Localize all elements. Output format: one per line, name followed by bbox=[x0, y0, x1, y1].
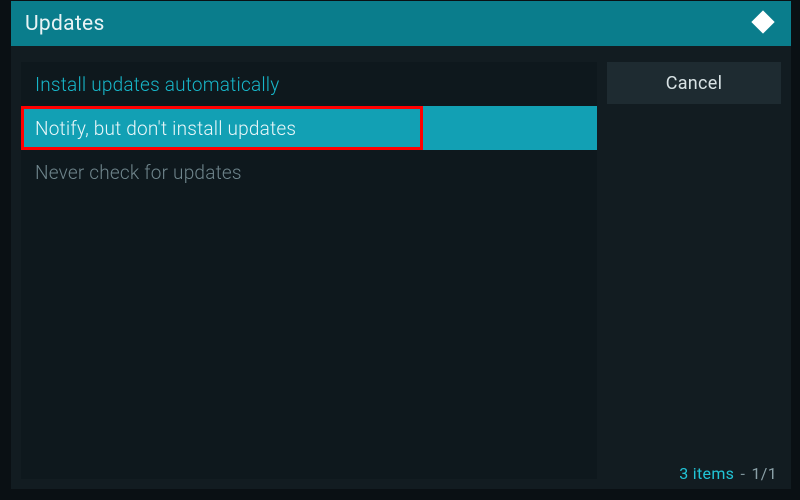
option-label: Never check for updates bbox=[35, 161, 242, 184]
option-never-check[interactable]: Never check for updates bbox=[21, 150, 597, 194]
item-count: 3 items bbox=[679, 464, 734, 483]
dialog-sidebar: Cancel bbox=[607, 62, 781, 479]
option-install-auto[interactable]: Install updates automatically bbox=[21, 62, 597, 106]
page-indicator: 1/1 bbox=[752, 464, 778, 483]
dialog-header: Updates bbox=[11, 1, 791, 46]
footer-separator: - bbox=[741, 464, 750, 483]
kodi-logo-icon bbox=[749, 8, 777, 40]
dialog-title: Updates bbox=[25, 12, 105, 36]
option-label: Install updates automatically bbox=[35, 73, 280, 96]
updates-dialog: Updates Install updates automatically No… bbox=[11, 1, 791, 489]
option-notify-only[interactable]: Notify, but don't install updates bbox=[21, 106, 597, 150]
app-window: Updates Install updates automatically No… bbox=[0, 0, 800, 500]
option-label: Notify, but don't install updates bbox=[35, 117, 296, 140]
dialog-footer: 3 items - 1/1 bbox=[679, 464, 777, 483]
dialog-body: Install updates automatically Notify, bu… bbox=[11, 46, 791, 489]
cancel-button[interactable]: Cancel bbox=[607, 62, 781, 104]
cancel-button-label: Cancel bbox=[666, 73, 723, 94]
options-list: Install updates automatically Notify, bu… bbox=[21, 62, 597, 479]
